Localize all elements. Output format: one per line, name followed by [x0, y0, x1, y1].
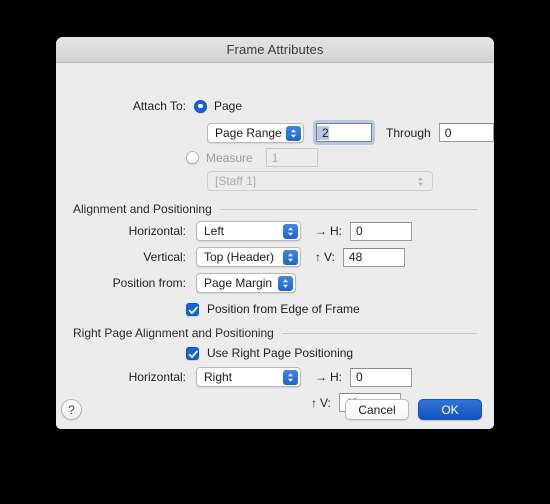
right-page-group-header: Right Page Alignment and Positioning	[73, 326, 477, 340]
page-range-end-value: 0	[444, 125, 452, 140]
screen-background: Frame Attributes Attach To: Page Page Ra…	[0, 0, 550, 504]
right-page-group-title: Right Page Alignment and Positioning	[73, 326, 274, 340]
right-page-v-axis-label: V:	[320, 395, 331, 410]
chevron-updown-icon	[286, 125, 301, 141]
use-right-page-row[interactable]: Use Right Page Positioning	[186, 346, 353, 360]
radio-measure[interactable]	[186, 151, 199, 164]
arrow-up-icon: ↑	[315, 250, 321, 264]
alignment-vertical-label: Vertical:	[143, 250, 186, 264]
cancel-button-label: Cancel	[358, 402, 396, 417]
alignment-group-title: Alignment and Positioning	[73, 202, 212, 216]
alignment-horizontal-popup[interactable]: Left	[196, 221, 301, 241]
attach-to-label: Attach To:	[132, 99, 186, 113]
checkbox-position-from-edge[interactable]	[186, 302, 199, 316]
right-page-horizontal-row: Horizontal: Right → H: 0	[66, 367, 412, 387]
right-page-v-axis: ↑ V:	[311, 396, 331, 410]
right-page-h-value: 0	[356, 370, 363, 384]
ok-button[interactable]: OK	[418, 399, 482, 420]
page-range-popup-value: Page Range	[215, 125, 282, 140]
measure-value: 1	[271, 150, 279, 165]
alignment-h-axis: → H:	[315, 224, 342, 238]
arrow-right-icon: →	[315, 224, 327, 238]
alignment-v-axis-label: V:	[324, 250, 335, 264]
page-range-popup[interactable]: Page Range	[207, 122, 304, 143]
dialog-title: Frame Attributes	[226, 42, 324, 57]
alignment-vertical-popup[interactable]: Top (Header)	[196, 247, 301, 267]
right-page-horizontal-popup[interactable]: Right	[196, 367, 301, 387]
staff-row: [Staff 1]	[207, 171, 433, 191]
alignment-v-field[interactable]: 48	[342, 247, 405, 267]
right-page-h-axis: → H:	[315, 370, 342, 384]
dialog-titlebar[interactable]: Frame Attributes	[56, 37, 494, 63]
alignment-v-value: 48	[348, 250, 363, 264]
arrow-up-icon: ↑	[311, 395, 317, 410]
page-range-start-field[interactable]: 2	[316, 123, 372, 142]
staff-popup-value: [Staff 1]	[215, 174, 257, 188]
chevron-updown-icon	[413, 174, 428, 189]
alignment-group-header: Alignment and Positioning	[73, 202, 477, 216]
radio-measure-label: Measure	[206, 150, 253, 165]
position-from-row: Position from: Page Margin	[66, 273, 296, 293]
chevron-updown-icon	[283, 224, 298, 239]
checkbox-position-from-edge-label: Position from Edge of Frame	[207, 302, 360, 316]
help-button[interactable]: ?	[61, 399, 82, 420]
staff-popup[interactable]: [Staff 1]	[207, 171, 433, 191]
alignment-vertical-value: Top (Header)	[204, 250, 275, 264]
right-page-horizontal-value: Right	[204, 370, 233, 384]
checkbox-use-right-page[interactable]	[186, 346, 199, 360]
footer-buttons: Cancel OK	[345, 399, 482, 420]
alignment-h-axis-label: H:	[330, 224, 342, 238]
dialog-body: Attach To: Page Page Range 2 Through 0 M…	[56, 63, 494, 429]
group-divider-rule	[219, 208, 477, 210]
checkbox-use-right-page-label: Use Right Page Positioning	[207, 346, 354, 360]
help-button-glyph: ?	[68, 402, 75, 417]
cancel-button[interactable]: Cancel	[345, 399, 409, 420]
measure-row: Measure 1	[186, 148, 318, 167]
radio-page[interactable]	[194, 99, 207, 113]
measure-field[interactable]: 1	[265, 148, 318, 167]
alignment-h-value: 0	[356, 224, 363, 238]
alignment-horizontal-label: Horizontal:	[128, 224, 186, 238]
alignment-horizontal-value: Left	[204, 224, 225, 238]
arrow-right-icon: →	[315, 370, 327, 384]
alignment-horizontal-row: Horizontal: Left → H: 0	[66, 221, 412, 241]
page-range-row: Page Range 2 Through 0	[207, 120, 494, 145]
right-page-h-axis-label: H:	[330, 370, 342, 384]
page-range-start-value: 2	[317, 125, 329, 140]
position-from-value: Page Margin	[204, 276, 273, 290]
right-page-horizontal-label: Horizontal:	[128, 370, 186, 384]
position-from-label: Position from:	[112, 276, 186, 290]
chevron-updown-icon	[283, 250, 298, 265]
edge-of-frame-row[interactable]: Position from Edge of Frame	[186, 302, 360, 316]
through-label: Through	[386, 125, 431, 140]
ok-button-label: OK	[441, 402, 459, 417]
group-divider-rule	[281, 332, 477, 334]
alignment-vertical-row: Vertical: Top (Header) ↑ V: 48	[66, 247, 405, 267]
position-from-popup[interactable]: Page Margin	[196, 273, 296, 293]
page-range-end-field[interactable]: 0	[438, 123, 494, 142]
alignment-v-axis: ↑ V:	[315, 250, 335, 264]
right-page-h-field[interactable]: 0	[350, 367, 412, 387]
attach-to-row: Attach To: Page	[66, 99, 242, 113]
chevron-updown-icon	[278, 276, 293, 291]
chevron-updown-icon	[283, 370, 298, 385]
radio-page-label: Page	[214, 99, 243, 113]
alignment-h-field[interactable]: 0	[350, 221, 412, 241]
frame-attributes-dialog: Frame Attributes Attach To: Page Page Ra…	[56, 37, 494, 429]
page-range-start-focus-ring: 2	[313, 120, 375, 145]
